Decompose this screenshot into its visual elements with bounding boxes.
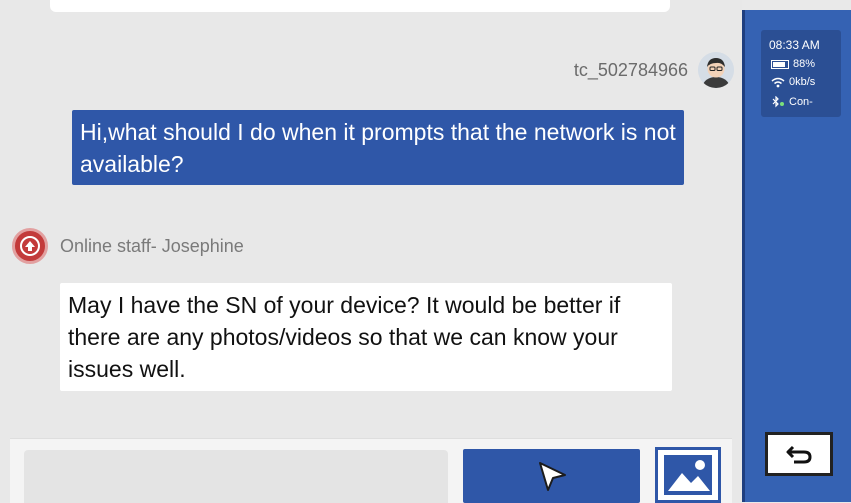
battery-level: 88% — [793, 58, 816, 70]
back-button[interactable] — [765, 432, 833, 476]
battery-status: 88% — [771, 58, 815, 70]
side-panel: 08:33 AM 88% 0kb/s Con- — [742, 10, 851, 502]
status-box: 08:33 AM 88% 0kb/s Con- — [761, 30, 841, 117]
staff-name: Online staff- Josephine — [60, 235, 244, 256]
back-arrow-icon — [786, 445, 812, 464]
staff-logo-icon — [20, 236, 40, 256]
user-avatar — [698, 52, 734, 88]
previous-message-bubble — [50, 0, 670, 12]
image-icon — [664, 455, 712, 495]
send-arrow-icon — [538, 462, 566, 491]
wifi-icon — [771, 77, 785, 87]
staff-message-bubble: May I have the SN of your device? It wou… — [60, 283, 672, 391]
message-input[interactable] — [24, 450, 448, 503]
image-button[interactable] — [655, 447, 721, 503]
staff-header: Online staff- Josephine — [12, 228, 244, 264]
user-header: tc_502784966 — [574, 52, 734, 88]
status-time: 08:33 AM — [769, 38, 820, 52]
bluetooth-icon — [772, 96, 784, 108]
user-message-bubble: Hi,what should I do when it prompts that… — [72, 110, 684, 185]
staff-avatar — [12, 228, 48, 264]
send-button[interactable] — [463, 449, 640, 503]
user-name: tc_502784966 — [573, 59, 688, 80]
bluetooth-status: Con- — [771, 96, 813, 108]
connection-status: Con- — [789, 96, 813, 108]
network-status: 0kb/s — [771, 76, 815, 88]
battery-icon — [771, 59, 789, 69]
chat-area: tc_502784966 Hi,what should I do when it… — [0, 0, 742, 503]
input-bar — [10, 438, 732, 503]
network-speed: 0kb/s — [789, 76, 816, 88]
user-avatar-icon — [698, 52, 734, 88]
